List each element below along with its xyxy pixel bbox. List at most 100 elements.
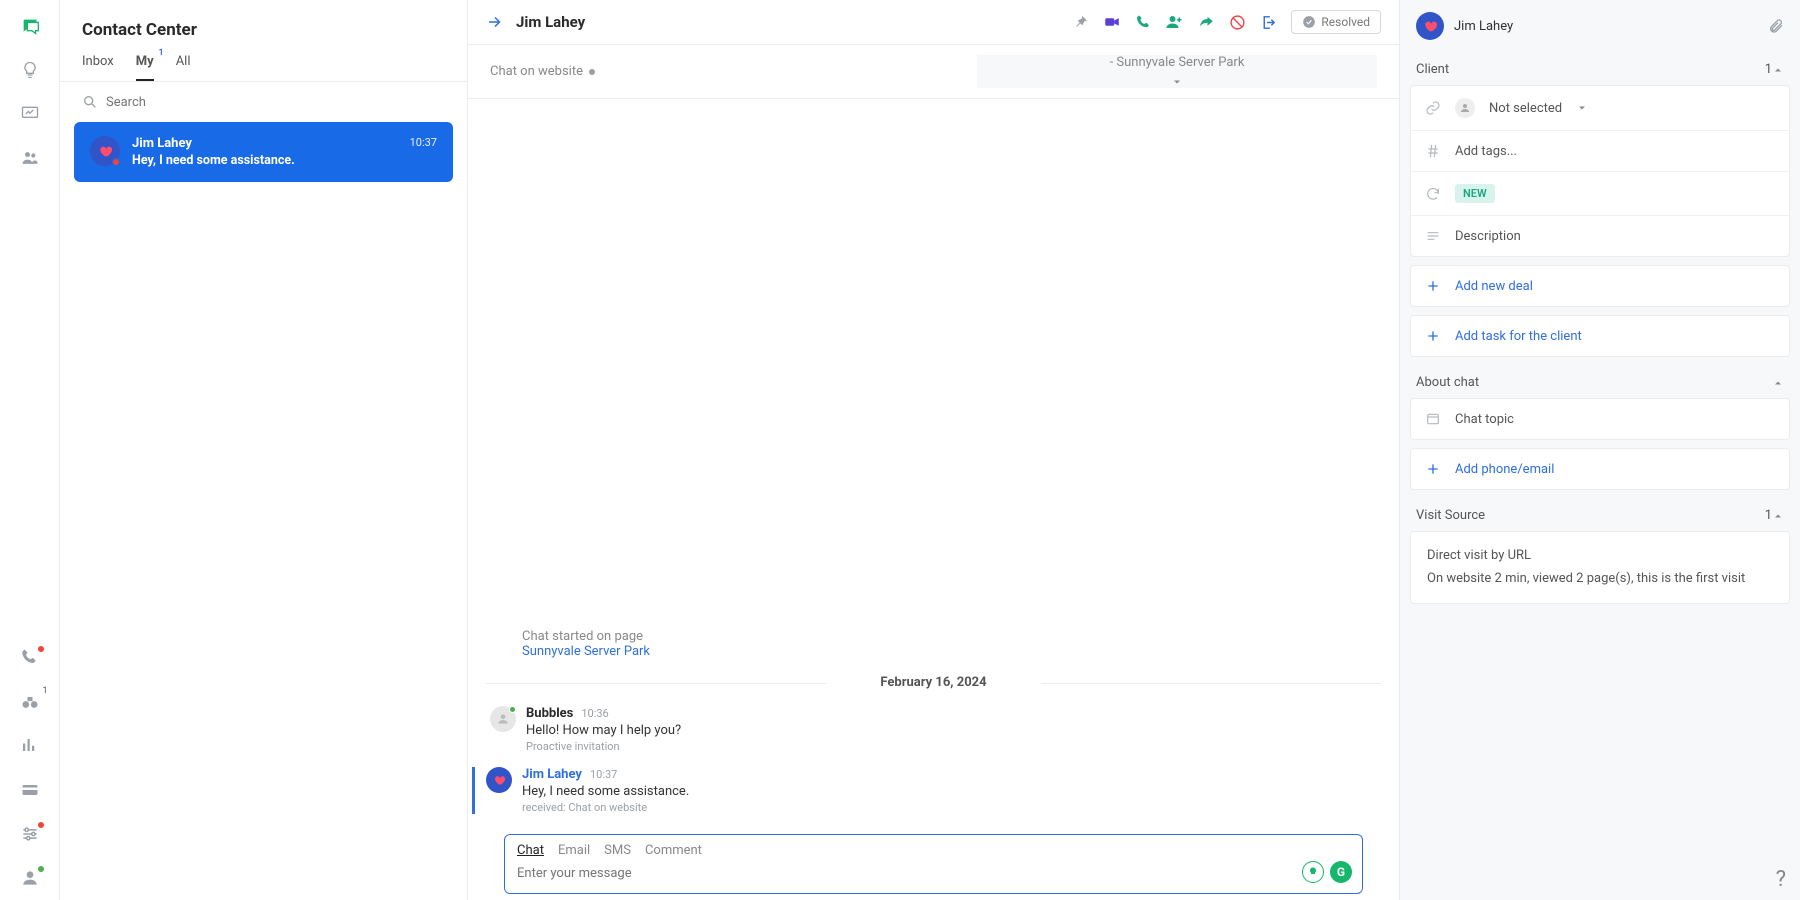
message-agent: Bubbles 10:36 Hello! How may I help you?…: [486, 706, 1381, 753]
section-client[interactable]: Client 1: [1400, 52, 1800, 85]
details-avatar: [1416, 12, 1444, 40]
forward-icon[interactable]: [1197, 13, 1215, 31]
chat-started-info: Chat started on page Sunnyvale Server Pa…: [486, 629, 1381, 659]
composer-tab-sms[interactable]: SMS: [604, 843, 631, 858]
chevron-down-icon: [1576, 102, 1588, 114]
bulb-icon[interactable]: [20, 60, 40, 80]
brand-chat-icon[interactable]: [20, 16, 40, 36]
message-input[interactable]: [517, 866, 1350, 881]
chevron-up-icon: [1772, 510, 1784, 522]
chat-started-label: Chat started on page: [522, 629, 1381, 644]
row-chat-topic[interactable]: Chat topic: [1411, 399, 1789, 439]
assign-arrow-icon[interactable]: [486, 13, 504, 31]
search-row: [60, 82, 467, 122]
attachment-icon[interactable]: [1768, 18, 1784, 34]
people-icon[interactable]: [20, 148, 40, 168]
row-description[interactable]: Description: [1411, 216, 1789, 256]
binoculars-icon[interactable]: 1: [20, 692, 40, 712]
conversation-avatar: [90, 136, 120, 166]
exit-icon[interactable]: [1260, 14, 1277, 31]
location-label: - Sunnyvale Server Park: [1110, 55, 1245, 70]
grammarly-hint-icon[interactable]: [1302, 861, 1324, 883]
add-phone-card: Add phone/email: [1410, 448, 1790, 490]
visit-line1: Direct visit by URL: [1427, 544, 1773, 567]
profile-status-icon[interactable]: [20, 868, 40, 888]
message-text: Hey, I need some assistance.: [522, 784, 689, 799]
date-separator: February 16, 2024: [486, 675, 1381, 690]
tab-my-count: 1: [159, 48, 164, 58]
visit-source-count: 1: [1765, 508, 1772, 523]
about-chat-label: About chat: [1416, 375, 1772, 390]
conversation-item[interactable]: Jim Lahey Hey, I need some assistance. 1…: [74, 122, 453, 182]
details-name: Jim Lahey: [1454, 19, 1758, 34]
topic-icon: [1425, 411, 1441, 427]
resolved-button[interactable]: Resolved: [1291, 10, 1381, 34]
message-text: Hello! How may I help you?: [526, 723, 681, 738]
status-badge: NEW: [1455, 184, 1495, 203]
description-label: Description: [1455, 229, 1521, 244]
check-circle-icon: [1302, 15, 1316, 29]
status-dot-icon: [589, 69, 595, 75]
add-person-icon[interactable]: [1165, 13, 1183, 31]
help-icon[interactable]: ?: [1776, 867, 1786, 892]
pin-icon[interactable]: [1073, 14, 1089, 30]
message-time: 10:37: [590, 768, 617, 781]
video-icon[interactable]: [1103, 13, 1121, 31]
link-icon: [1425, 100, 1441, 116]
phone-nav-icon[interactable]: [20, 648, 40, 668]
page-title: Contact Center: [60, 12, 467, 54]
tab-all[interactable]: All: [176, 54, 191, 81]
add-task-label: Add task for the client: [1455, 329, 1582, 344]
tab-inbox[interactable]: Inbox: [82, 54, 114, 81]
composer-tab-email[interactable]: Email: [558, 843, 590, 858]
person-placeholder-icon: [1455, 98, 1475, 118]
row-tags[interactable]: Add tags...: [1411, 131, 1789, 172]
channel-label[interactable]: Chat on website: [490, 64, 583, 79]
client-card: Not selected Add tags... NEW Description: [1410, 85, 1790, 257]
message-client: Jim Lahey 10:37 Hey, I need some assista…: [472, 767, 1381, 814]
tab-my-label: My: [136, 54, 154, 69]
section-client-count: 1: [1765, 62, 1772, 77]
composer-tab-comment[interactable]: Comment: [645, 843, 702, 858]
stats-icon[interactable]: [20, 736, 40, 756]
presentation-icon[interactable]: [20, 104, 40, 124]
composer-tab-chat[interactable]: Chat: [517, 843, 544, 858]
row-status[interactable]: NEW: [1411, 172, 1789, 216]
location-dropdown[interactable]: - Sunnyvale Server Park: [977, 55, 1377, 88]
row-link-contact[interactable]: Not selected: [1411, 86, 1789, 131]
chevron-up-icon: [1772, 377, 1784, 389]
conversation-preview: Hey, I need some assistance.: [132, 153, 398, 168]
section-visit-source[interactable]: Visit Source 1: [1400, 498, 1800, 531]
chat-topic-card: Chat topic: [1410, 398, 1790, 440]
block-icon[interactable]: [1229, 14, 1246, 31]
settings-sliders-icon[interactable]: [20, 824, 40, 844]
add-tags-label: Add tags...: [1455, 144, 1517, 159]
nav-rail: 1: [0, 0, 60, 900]
chat-started-link[interactable]: Sunnyvale Server Park: [522, 644, 650, 659]
add-task-button[interactable]: Add task for the client: [1411, 316, 1789, 356]
grammarly-icon[interactable]: G: [1330, 861, 1352, 883]
chat-contact-name: Jim Lahey: [516, 13, 1061, 31]
visit-card: Direct visit by URL On website 2 min, vi…: [1410, 531, 1790, 604]
lines-icon: [1425, 228, 1441, 244]
resolved-label: Resolved: [1321, 15, 1370, 29]
add-task-card: Add task for the client: [1410, 315, 1790, 357]
tab-my[interactable]: My 1: [136, 54, 154, 81]
section-about-chat[interactable]: About chat: [1400, 365, 1800, 398]
add-deal-label: Add new deal: [1455, 279, 1533, 294]
message-meta: Proactive invitation: [526, 740, 681, 753]
add-phone-button[interactable]: Add phone/email: [1411, 449, 1789, 489]
not-selected-label: Not selected: [1489, 101, 1562, 116]
plus-icon: [1425, 278, 1441, 294]
message-composer: Chat Email SMS Comment G: [504, 834, 1363, 894]
message-time: 10:36: [581, 707, 608, 720]
conversation-time: 10:37: [410, 136, 437, 149]
chevron-up-icon: [1772, 64, 1784, 76]
card-icon[interactable]: [20, 780, 40, 800]
chat-subheader: Chat on website - Sunnyvale Server Park: [468, 45, 1399, 99]
client-avatar: [486, 767, 512, 793]
phone-icon[interactable]: [1135, 14, 1151, 30]
plus-icon: [1425, 461, 1441, 477]
add-deal-button[interactable]: Add new deal: [1411, 266, 1789, 306]
search-input[interactable]: [106, 95, 445, 110]
